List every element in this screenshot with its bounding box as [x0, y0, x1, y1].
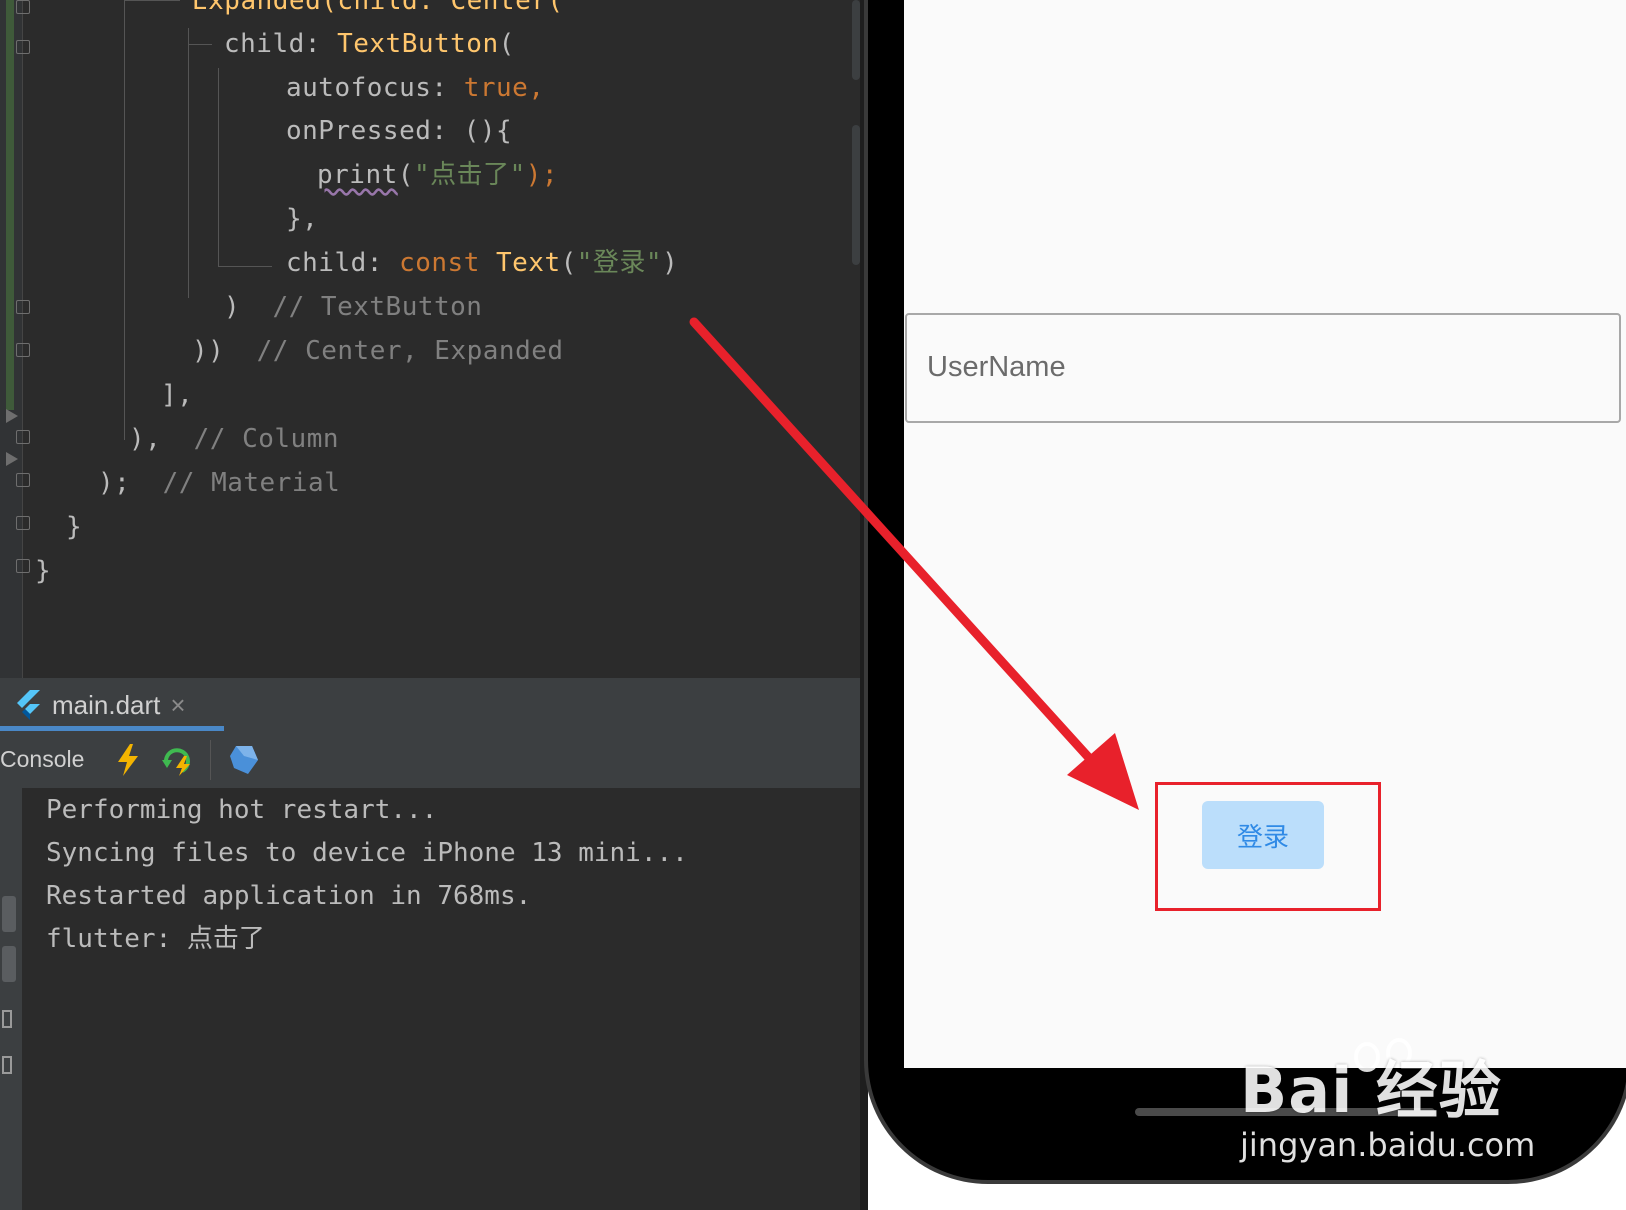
clear-all-icon[interactable] — [2, 1056, 12, 1074]
console-side-bar — [0, 788, 22, 1210]
code-token: } — [35, 556, 52, 586]
code-token: const — [399, 248, 496, 278]
console-output[interactable]: Performing hot restart... Syncing files … — [22, 788, 865, 1210]
code-line[interactable]: ), // Column — [129, 422, 339, 456]
code-token: true — [463, 73, 529, 103]
code-token: }, — [286, 204, 319, 234]
code-token: ( — [498, 29, 515, 59]
soft-wrap-icon[interactable] — [2, 896, 16, 932]
code-line[interactable]: Expanded(child: Center( — [192, 0, 564, 18]
code-token: ), — [129, 424, 194, 454]
breakpoint-arrow-icon — [6, 409, 18, 423]
code-token: ) — [224, 292, 273, 322]
code-line[interactable]: autofocus: true, — [286, 71, 544, 105]
toolbar-separator — [210, 740, 211, 780]
code-token: Text — [496, 248, 561, 278]
print-icon[interactable] — [2, 1010, 12, 1028]
pane-divider[interactable] — [860, 0, 868, 1210]
username-placeholder: UserName — [927, 351, 1066, 383]
indent-guide — [124, 0, 125, 440]
code-token: ( — [397, 160, 414, 190]
indent-guide — [124, 0, 180, 1]
code-token: print — [317, 160, 398, 190]
console-line: Syncing files to device iPhone 13 mini..… — [46, 838, 688, 868]
indent-guide — [188, 28, 189, 298]
code-token: "点击了" — [413, 160, 526, 190]
code-token: TextButton — [337, 29, 499, 59]
close-icon[interactable]: × — [170, 690, 185, 721]
console-line: flutter: 点击了 — [46, 924, 265, 954]
highlight-box — [1155, 782, 1381, 911]
code-line[interactable]: onPressed: (){ — [286, 114, 512, 148]
tab-main-dart[interactable]: main.dart × — [16, 678, 186, 732]
change-marker — [6, 0, 14, 410]
code-token: "登录" — [576, 248, 663, 278]
code-token: child: — [224, 29, 338, 59]
code-token: // TextButton — [272, 292, 483, 322]
code-line[interactable]: ], — [161, 378, 193, 412]
gutter-border — [22, 0, 23, 680]
scrollbar[interactable] — [852, 125, 860, 265]
fold-marker-icon[interactable] — [16, 430, 30, 444]
code-line[interactable]: print("点击了"); — [317, 158, 558, 192]
code-token: // Material — [162, 468, 341, 498]
code-line[interactable]: ) // TextButton — [224, 290, 482, 324]
console-line: Restarted application in 768ms. — [46, 881, 532, 911]
watermark-url: jingyan.baidu.com — [1240, 1126, 1536, 1164]
scrollbar[interactable] — [852, 0, 860, 80]
editor-tab-bar: main.dart × — [0, 678, 865, 733]
code-token: ( — [560, 248, 577, 278]
code-token: ); — [525, 160, 559, 190]
fold-marker-icon[interactable] — [16, 0, 30, 14]
code-token: // Column — [193, 424, 340, 454]
watermark-brand: Bai 经验 — [1240, 1054, 1502, 1127]
code-token: // Center, Expanded — [256, 336, 564, 366]
username-field[interactable]: UserName — [905, 313, 1621, 423]
fold-marker-icon[interactable] — [16, 559, 30, 573]
code-line[interactable]: )) // Center, Expanded — [192, 334, 564, 368]
console-tab[interactable]: Console — [0, 746, 84, 773]
indent-guide — [218, 266, 272, 267]
code-line[interactable]: } — [66, 510, 82, 544]
fold-marker-icon[interactable] — [16, 40, 30, 54]
code-line[interactable]: child: TextButton( — [224, 27, 515, 61]
code-token: autofocus: — [286, 73, 464, 103]
run-toolbar: Console — [0, 732, 865, 789]
tab-label: main.dart — [52, 689, 161, 720]
hot-restart-icon[interactable] — [160, 742, 196, 778]
breakpoint-arrow-icon — [6, 452, 18, 466]
active-tab-indicator — [0, 726, 224, 731]
fold-marker-icon[interactable] — [16, 343, 30, 357]
code-token: ], — [161, 380, 194, 410]
code-token: } — [66, 512, 83, 542]
baidu-watermark: Bai 经验 jingyan.baidu.com — [1240, 1040, 1535, 1164]
code-token: )) — [192, 336, 257, 366]
code-line[interactable]: } — [35, 554, 51, 588]
hot-reload-icon[interactable] — [110, 742, 146, 778]
code-line[interactable]: ); // Material — [98, 466, 340, 500]
flutter-icon — [17, 690, 40, 720]
code-token: ) — [662, 248, 679, 278]
fold-marker-icon[interactable] — [16, 300, 30, 314]
indent-guide — [218, 68, 219, 266]
dart-devtools-icon[interactable] — [226, 742, 262, 778]
code-line[interactable]: }, — [286, 202, 318, 236]
indent-guide — [188, 44, 212, 45]
scroll-to-end-icon[interactable] — [2, 946, 16, 982]
code-token: ); — [98, 468, 163, 498]
code-editor[interactable]: Expanded(child: Center( child: TextButto… — [0, 0, 865, 1210]
code-token: child: — [286, 248, 400, 278]
code-token: , — [528, 73, 545, 103]
fold-marker-icon[interactable] — [16, 516, 30, 530]
fold-marker-icon[interactable] — [16, 473, 30, 487]
code-line[interactable]: child: const Text("登录") — [286, 246, 678, 280]
code-token: onPressed: (){ — [286, 116, 513, 146]
code-token: Expanded(child: Center( — [192, 0, 564, 16]
console-line: Performing hot restart... — [46, 795, 438, 825]
